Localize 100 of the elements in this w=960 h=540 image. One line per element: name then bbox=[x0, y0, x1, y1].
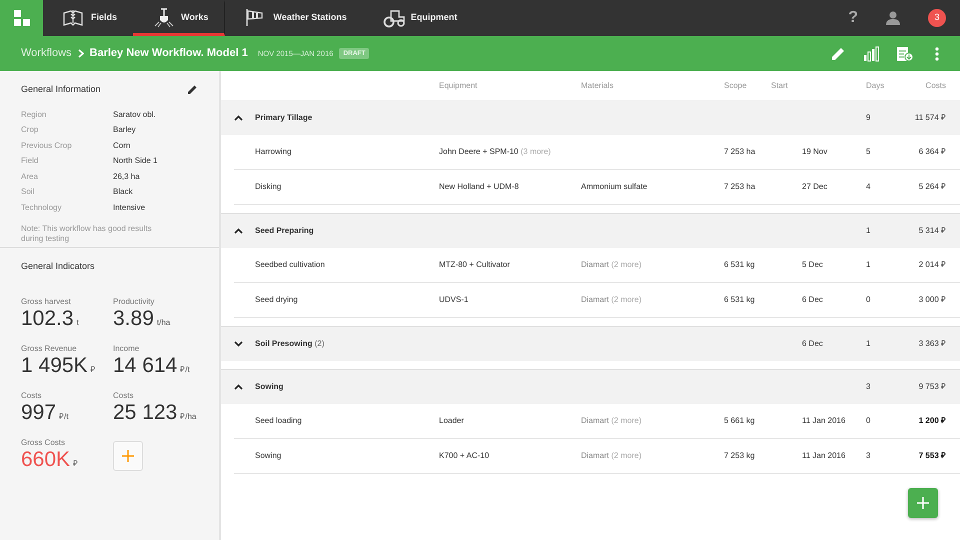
table-cell-text: 3 000 ₽ bbox=[918, 294, 947, 306]
table-cell-text: 7 253 ha bbox=[723, 146, 756, 158]
group-name: Primary Tillage bbox=[255, 112, 314, 124]
table-cell-text: 11 574 ₽ bbox=[914, 112, 947, 124]
note-text: Note: This workflow has good results during testing bbox=[21, 224, 153, 246]
nav-tab[interactable]: Equipment bbox=[362, 0, 474, 36]
indicator-value: 997₽/t bbox=[21, 402, 70, 422]
group-name: Sowing bbox=[255, 381, 284, 393]
indicator-label: Income bbox=[113, 342, 140, 354]
indicator-value: 102.3 t bbox=[21, 308, 80, 328]
section-title: General Information bbox=[21, 83, 101, 96]
chevron-down-icon[interactable] bbox=[234, 341, 243, 347]
nav-tab[interactable]: Weather Stations bbox=[225, 0, 363, 36]
nav-tab[interactable]: Fields bbox=[43, 0, 134, 36]
indicator-label: Productivity bbox=[113, 296, 156, 308]
table-cell-text: Seedbed cultivation bbox=[255, 259, 326, 271]
table-cell-text: 5 314 ₽ bbox=[918, 225, 947, 237]
indicator-label: Gross Revenue bbox=[21, 342, 78, 354]
indicator-label: Costs bbox=[21, 390, 42, 402]
add-indicator-button[interactable] bbox=[113, 440, 143, 470]
table-cell-text: 3 bbox=[866, 450, 872, 462]
workflow-title: Barley New Workflow. Model 1 bbox=[90, 46, 248, 62]
field-label: Technology bbox=[21, 202, 62, 214]
table-cell-text: 3 363 ₽ bbox=[918, 338, 947, 350]
indicator-label: Costs bbox=[113, 390, 134, 402]
table-cell-text: MTZ-80 + Cultivator bbox=[439, 259, 511, 271]
column-header: Days bbox=[866, 80, 886, 92]
table-cell-text: Loader bbox=[439, 415, 465, 427]
book-wheat-icon bbox=[63, 8, 85, 28]
help-button[interactable]: ? bbox=[848, 6, 858, 30]
table-cell-text: 1 200 ₽ bbox=[918, 415, 947, 427]
group-name: Soil Presowing (2) bbox=[255, 338, 326, 350]
bar-chart-icon[interactable] bbox=[863, 46, 880, 62]
table-cell-text: Diamart (2 more) bbox=[581, 415, 642, 427]
edit-icon[interactable] bbox=[187, 84, 198, 96]
field-value: 26,3 ha bbox=[113, 170, 141, 182]
chevron-up-icon[interactable] bbox=[234, 384, 243, 390]
field-value: Barley bbox=[113, 124, 137, 136]
table-cell-text: 6 531 kg bbox=[723, 259, 756, 271]
table-cell-text: Disking bbox=[255, 181, 282, 193]
table-cell-text: 5 661 kg bbox=[723, 415, 756, 427]
field-label: Field bbox=[21, 155, 40, 167]
indicator-value: 3.89 t/ha bbox=[113, 308, 172, 328]
table-cell-text: 1 bbox=[866, 259, 872, 271]
field-value: North Side 1 bbox=[113, 155, 158, 167]
table-cell-text: 6 Dec bbox=[802, 294, 824, 306]
column-header: Materials bbox=[581, 80, 614, 92]
indicator-value: 25 123₽/ha bbox=[113, 402, 198, 422]
tractor-icon bbox=[382, 8, 405, 28]
logo-icon[interactable] bbox=[14, 10, 30, 26]
table-cell-text: Diamart (2 more) bbox=[581, 259, 642, 271]
field-value: Black bbox=[113, 186, 134, 198]
plus-icon bbox=[916, 496, 930, 510]
section-title: General Indicators bbox=[21, 260, 96, 273]
indicator-label: Gross Costs bbox=[21, 436, 66, 448]
document-download-icon[interactable] bbox=[896, 46, 913, 62]
indicator-value: 14 614₽/t bbox=[113, 354, 191, 376]
column-header: Equipment bbox=[439, 80, 478, 92]
field-label: Soil bbox=[21, 186, 36, 198]
chevron-up-icon[interactable] bbox=[234, 228, 243, 234]
table-cell-text: 19 Nov bbox=[802, 146, 828, 158]
table-cell-text: Diamart (2 more) bbox=[581, 294, 642, 306]
user-icon[interactable] bbox=[886, 11, 900, 25]
table-cell-text: 5 Dec bbox=[802, 259, 824, 271]
table-cell-text: 5 264 ₽ bbox=[918, 181, 947, 193]
table-cell-text: 9 bbox=[866, 112, 872, 124]
table-cell-text: 6 Dec bbox=[802, 338, 824, 350]
field-label: Crop bbox=[21, 124, 40, 136]
table-cell-text: 0 bbox=[866, 294, 872, 306]
field-label: Previous Crop bbox=[21, 140, 73, 152]
indicator-value: 660K₽ bbox=[21, 448, 80, 470]
table-cell-text: Seed drying bbox=[255, 294, 299, 306]
shovel-icon bbox=[153, 8, 176, 28]
plus-icon bbox=[121, 448, 135, 462]
table-cell-text: Seed loading bbox=[255, 415, 303, 427]
table-cell-text: 11 Jan 2016 bbox=[802, 415, 846, 427]
table-cell-text: 6 531 kg bbox=[723, 294, 756, 306]
table-cell-text: 27 Dec bbox=[802, 181, 828, 193]
table-cell-text: 1 bbox=[866, 225, 872, 237]
field-label: Region bbox=[21, 108, 48, 120]
table-cell-text: UDVS-1 bbox=[439, 294, 470, 306]
table-cell-text: Sowing bbox=[255, 450, 282, 462]
table-cell-text: 1 bbox=[866, 338, 872, 350]
field-value: Corn bbox=[113, 140, 132, 152]
table-cell-text: 7 553 ₽ bbox=[918, 450, 947, 462]
table-cell-text: 11 Jan 2016 bbox=[802, 450, 846, 462]
field-value: Intensive bbox=[113, 202, 146, 214]
chevron-up-icon[interactable] bbox=[234, 114, 243, 120]
table-cell-text: 4 bbox=[866, 181, 872, 193]
table-cell-text: Diamart (2 more) bbox=[581, 450, 642, 462]
table-cell-text: 2 014 ₽ bbox=[918, 259, 947, 271]
table-cell-text: 6 364 ₽ bbox=[918, 146, 947, 158]
table-cell-text: Harrowing bbox=[255, 146, 292, 158]
table-cell-text: New Holland + UDM-8 bbox=[439, 181, 520, 193]
table-cell-text: K700 + AC-10 bbox=[439, 450, 490, 462]
indicator-label: Gross harvest bbox=[21, 296, 72, 308]
table-cell-text: Ammonium sulfate bbox=[581, 181, 648, 193]
indicator-value: 1 495K₽ bbox=[21, 354, 97, 376]
column-header: Start bbox=[771, 80, 789, 92]
add-button[interactable] bbox=[908, 488, 938, 518]
